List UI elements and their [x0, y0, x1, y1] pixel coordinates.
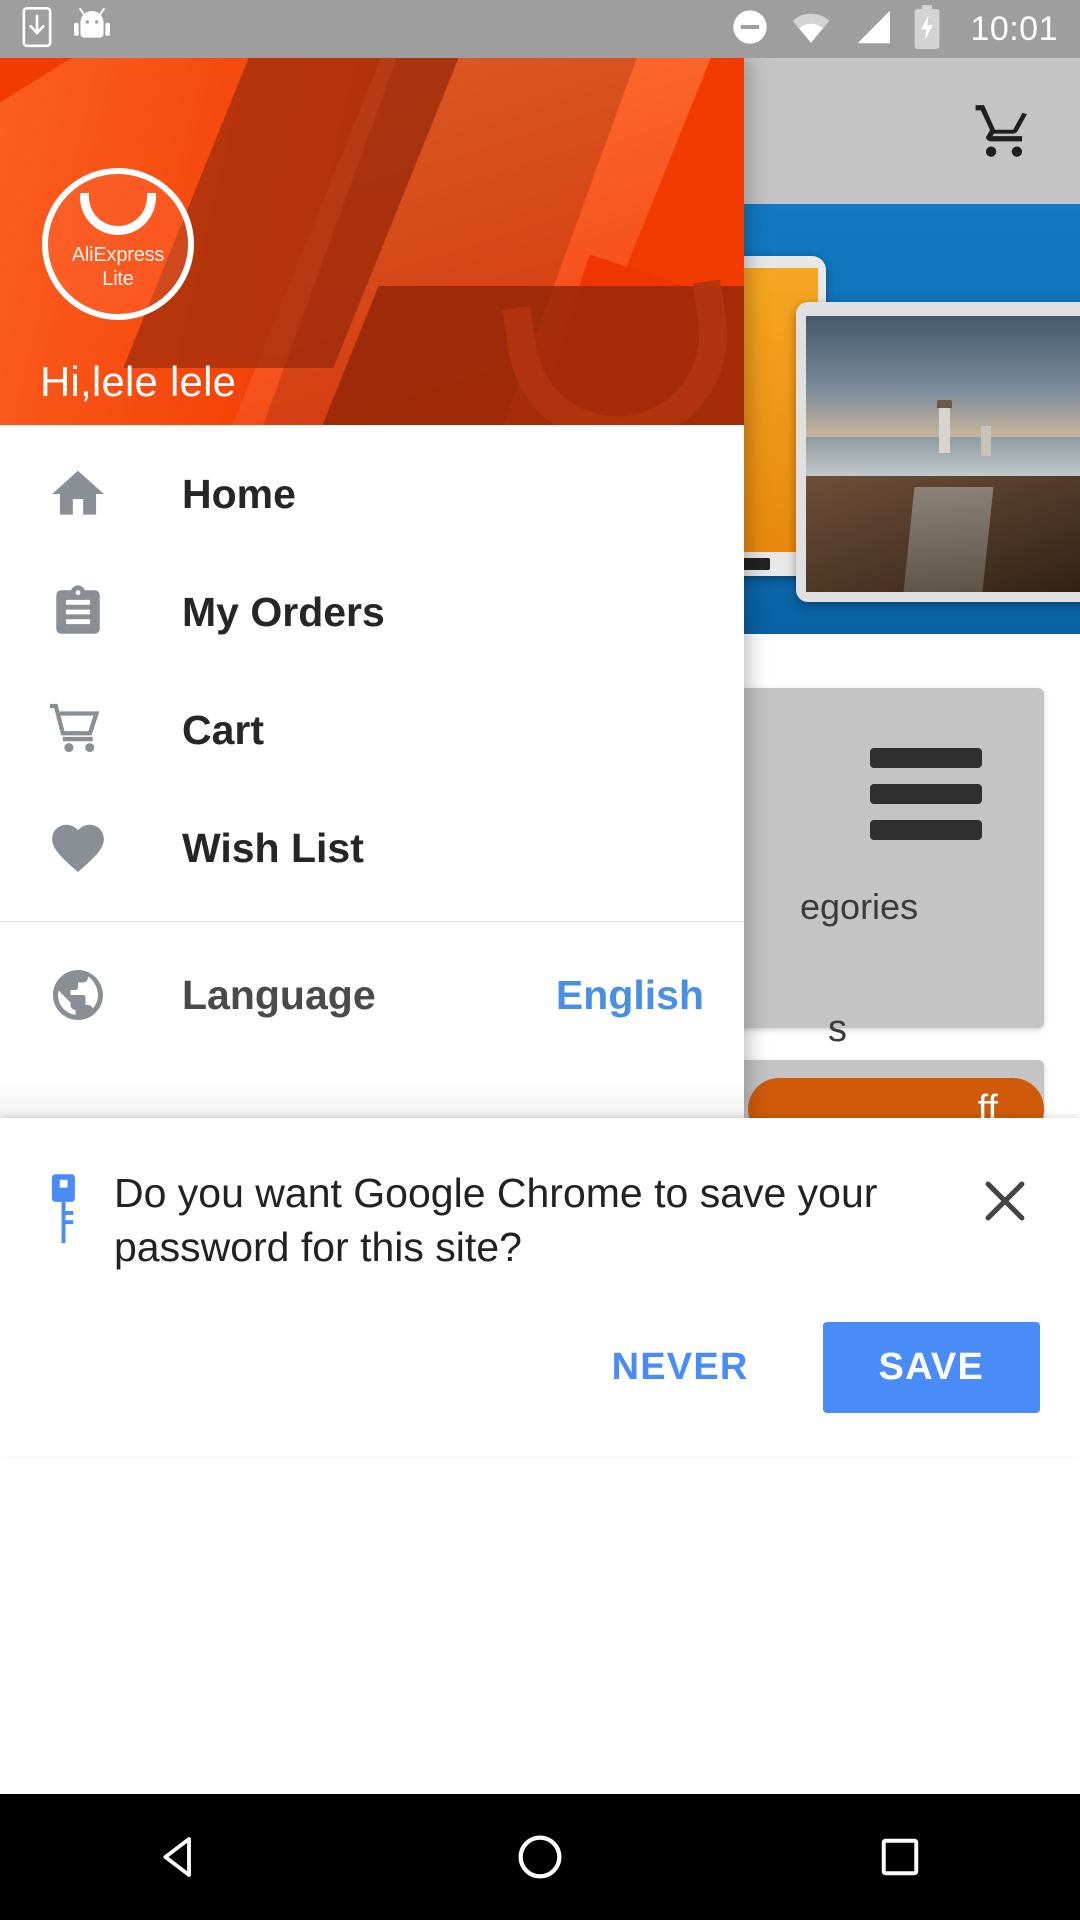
deals-card-label: s [828, 1008, 847, 1050]
back-triangle-icon[interactable] [90, 1830, 270, 1884]
drawer-item-home[interactable]: Home [0, 435, 744, 553]
key-icon [40, 1166, 102, 1255]
drawer-menu-list: Home My Orders Cart Wish List Language E… [0, 425, 744, 1054]
status-bar: 10:01 [0, 0, 1080, 58]
drawer-divider [0, 921, 744, 922]
drawer-item-label: Wish List [182, 824, 364, 871]
shopping-cart-icon [42, 698, 114, 762]
drawer-item-cart[interactable]: Cart [0, 671, 744, 789]
clipboard-icon [42, 583, 114, 641]
avatar-brand-label: AliExpress Lite [71, 243, 165, 291]
do-not-disturb-icon [730, 7, 770, 52]
download-icon [22, 6, 52, 53]
category-card-label: egories [800, 886, 919, 927]
close-icon[interactable] [968, 1166, 1042, 1230]
avatar-brand-line1: AliExpress [71, 244, 165, 266]
drawer-item-label: Home [182, 470, 296, 517]
language-label: Language [182, 971, 376, 1018]
globe-icon [42, 965, 114, 1025]
phone-screen: egories s ff AliExpress Lite Hi,lele lel… [0, 0, 1080, 1920]
system-navigation-bar [0, 1794, 1080, 1920]
drawer-item-label: My Orders [182, 588, 385, 635]
drawer-item-wish-list[interactable]: Wish List [0, 789, 744, 907]
lighthouse-photo [806, 316, 1080, 592]
drawer-item-my-orders[interactable]: My Orders [0, 553, 744, 671]
save-password-message: Do you want Google Chrome to save your p… [114, 1170, 878, 1270]
drawer-bottom-fade [0, 1082, 744, 1118]
cellular-signal-icon [852, 9, 892, 50]
save-button[interactable]: SAVE [822, 1322, 1040, 1413]
heart-icon [42, 817, 114, 879]
drawer-item-language[interactable]: Language English [0, 936, 744, 1054]
drawer-header: AliExpress Lite Hi,lele lele [0, 58, 744, 425]
shopping-cart-icon[interactable] [968, 100, 1040, 167]
drawer-item-label: Cart [182, 706, 265, 753]
status-bar-clock: 10:01 [970, 9, 1058, 48]
navigation-drawer: AliExpress Lite Hi,lele lele Home My Ord… [0, 58, 744, 1118]
language-value[interactable]: English [556, 972, 704, 1019]
greeting-text: Hi,lele lele [40, 358, 237, 405]
hamburger-lines-icon [870, 748, 982, 856]
battery-charging-icon [912, 4, 942, 54]
home-icon [42, 463, 114, 525]
save-password-prompt: Do you want Google Chrome to save your p… [0, 1118, 1080, 1456]
android-robot-icon [74, 7, 110, 52]
smile-icon [80, 193, 156, 235]
recents-square-icon[interactable] [810, 1832, 990, 1882]
home-circle-icon[interactable] [450, 1830, 630, 1884]
never-button[interactable]: NEVER [578, 1326, 783, 1409]
avatar[interactable]: AliExpress Lite [42, 168, 194, 320]
avatar-brand-line2: Lite [102, 268, 134, 290]
device-mockup-tablet [796, 302, 1080, 602]
wifi-icon [790, 9, 832, 50]
